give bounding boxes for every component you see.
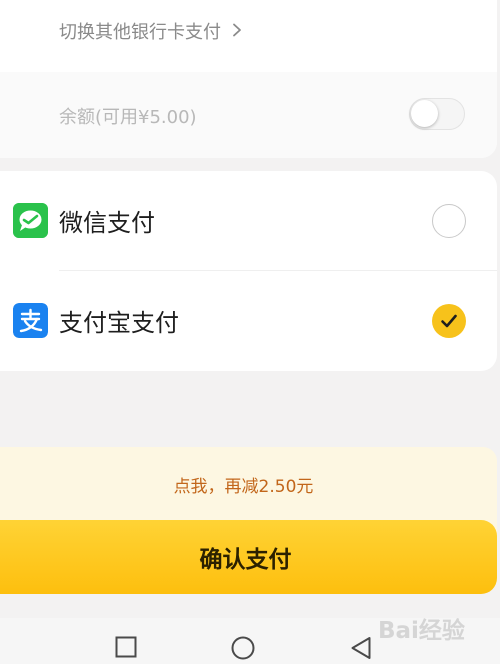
wechat-pay-radio[interactable]	[432, 204, 466, 238]
payment-options-card: 切换其他银行卡支付 余额(可用¥5.00)	[0, 0, 497, 158]
home-icon[interactable]	[231, 636, 255, 660]
chevron-right-icon	[233, 23, 241, 37]
payment-method-alipay[interactable]: 支付宝支付	[0, 271, 497, 371]
payment-method-wechat[interactable]: 微信支付	[0, 171, 497, 271]
back-icon[interactable]	[350, 636, 372, 660]
wechat-pay-icon	[13, 203, 48, 238]
recent-apps-icon[interactable]	[115, 636, 137, 658]
switch-bank-card-label: 切换其他银行卡支付	[59, 22, 221, 43]
wechat-pay-label: 微信支付	[59, 209, 155, 237]
confirm-payment-button[interactable]: 确认支付	[0, 520, 497, 594]
checkmark-icon	[441, 314, 457, 328]
toggle-knob	[411, 100, 438, 127]
promo-text: 点我，再减2.50元	[173, 477, 314, 497]
watermark: Bai经验	[378, 618, 465, 644]
alipay-label: 支付宝支付	[59, 309, 179, 337]
balance-label: 余额(可用¥5.00)	[59, 107, 197, 128]
switch-bank-card-row[interactable]: 切换其他银行卡支付	[0, 0, 497, 72]
balance-row: 余额(可用¥5.00)	[0, 72, 497, 158]
alipay-icon	[13, 303, 48, 338]
balance-toggle[interactable]	[409, 98, 465, 130]
alipay-radio[interactable]	[432, 304, 466, 338]
payment-methods-card: 微信支付 支付宝支付	[0, 171, 497, 371]
